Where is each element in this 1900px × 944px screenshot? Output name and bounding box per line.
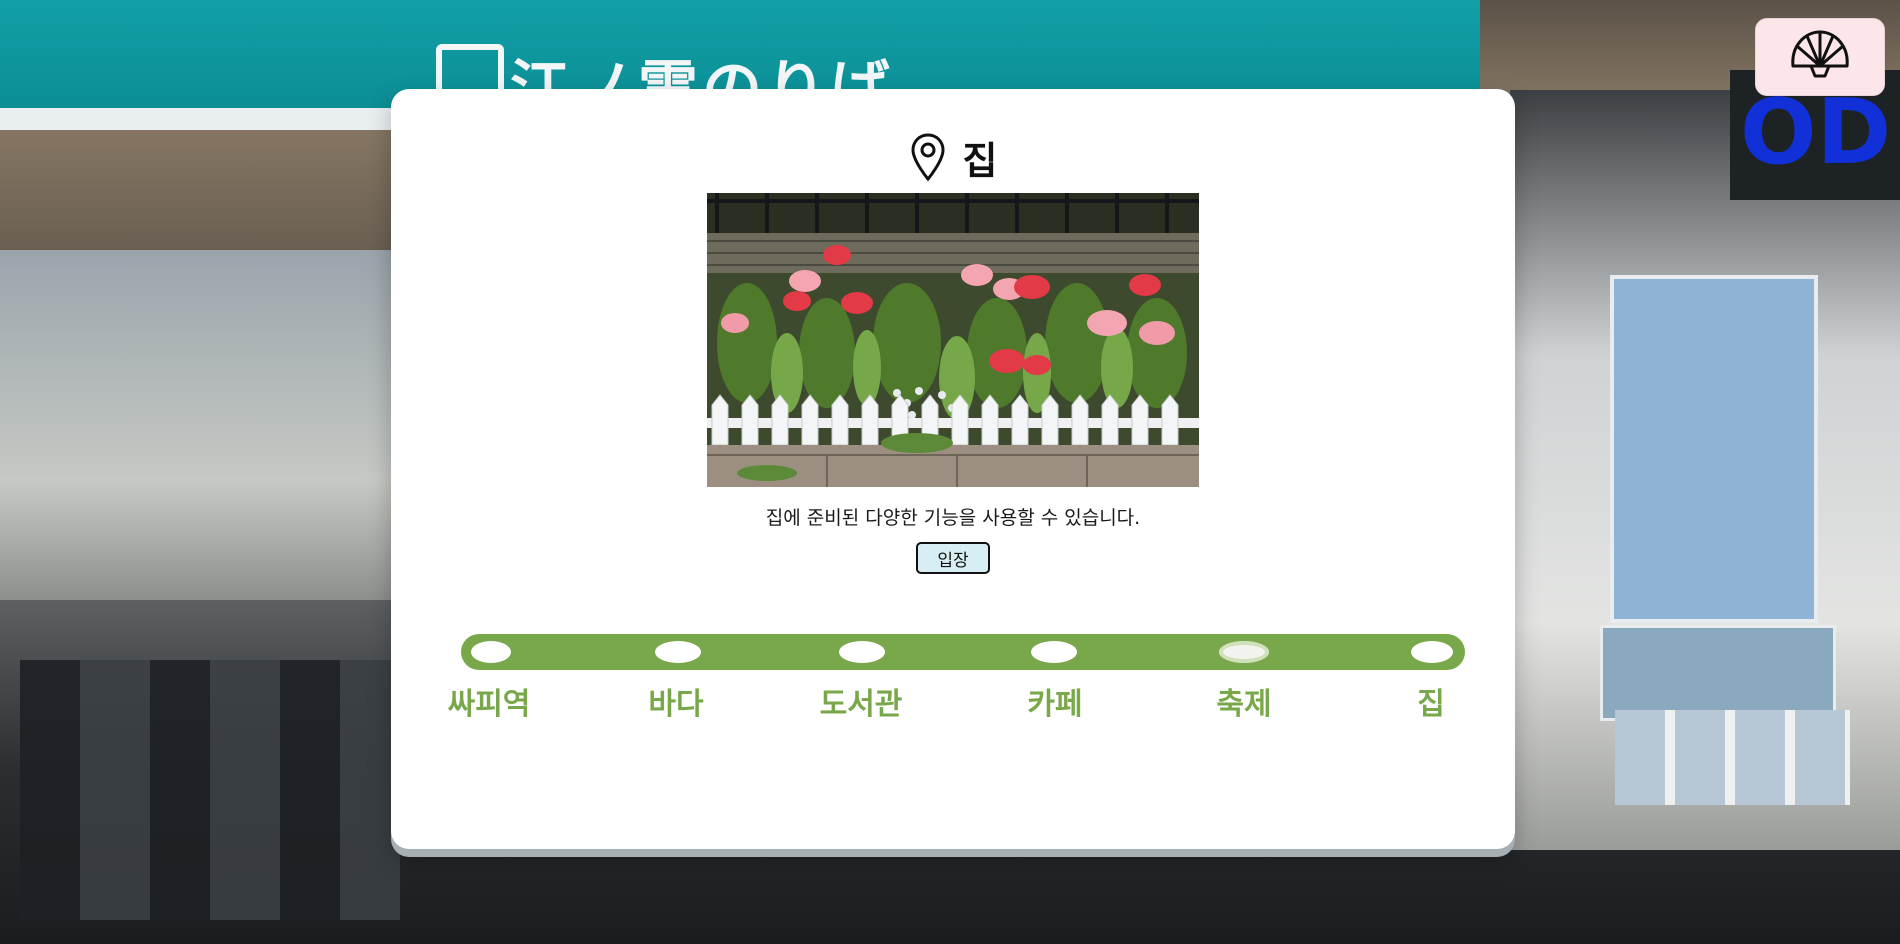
station-label-home[interactable]: 집 xyxy=(1417,679,1445,723)
station-dot-home[interactable] xyxy=(1411,641,1453,663)
station-label-ssafy[interactable]: 싸피역 xyxy=(448,679,531,723)
map-pin-icon xyxy=(911,133,945,182)
pamphlet-rack xyxy=(1615,710,1850,805)
route-line xyxy=(461,634,1465,670)
light-band xyxy=(0,108,400,130)
station-dot-festival[interactable] xyxy=(1219,641,1269,663)
location-photo xyxy=(707,193,1199,487)
location-description: 집에 준비된 다양한 기능을 사용할 수 있습니다. xyxy=(765,507,1141,529)
shell-menu-button[interactable] xyxy=(1755,18,1885,96)
station-dot-ssafy[interactable] xyxy=(471,641,511,663)
station-dot-library[interactable] xyxy=(839,641,885,663)
station-dot-sea[interactable] xyxy=(655,641,701,663)
station-label-cafe[interactable]: 카페 xyxy=(1027,679,1082,723)
ticket-gates xyxy=(20,660,400,920)
location-card: 집 집에 준비된 다양한 기능을 사용할 수 있습니다. 입장 싸피역 바다 도… xyxy=(391,89,1515,849)
station-label-library[interactable]: 도서관 xyxy=(820,679,903,723)
wall-poster xyxy=(1610,275,1818,623)
station-label-sea[interactable]: 바다 xyxy=(648,679,703,723)
station-dot-cafe[interactable] xyxy=(1031,641,1077,663)
shell-icon xyxy=(1791,30,1849,78)
location-title: 집 xyxy=(962,138,998,183)
enter-button[interactable]: 입장 xyxy=(916,542,990,574)
wall-poster-small xyxy=(1600,625,1836,721)
location-header: 집 xyxy=(391,131,1515,183)
tulip-garden-photo xyxy=(707,193,1199,487)
station-label-festival[interactable]: 축제 xyxy=(1216,679,1271,723)
